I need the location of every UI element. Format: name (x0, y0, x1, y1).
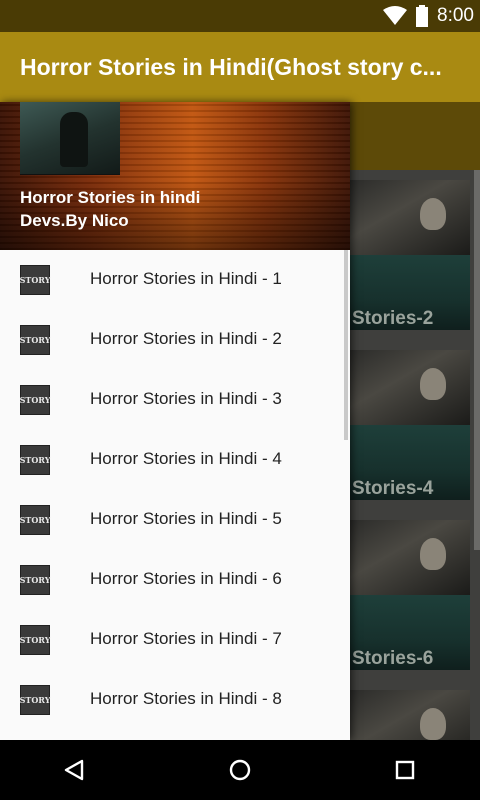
card-label: Stories-2 (352, 308, 434, 329)
back-button[interactable] (58, 754, 90, 786)
status-icons: 8:00 (383, 0, 474, 32)
story-grid: Stories-2 Stories-4 Stories-6 (350, 170, 480, 740)
recents-icon (395, 760, 415, 780)
story-icon-text: STORY (19, 335, 51, 345)
drawer-item-label: Horror Stories in Hindi - 7 (90, 629, 282, 648)
story-icon: STORY (20, 385, 50, 415)
card-image-top (350, 520, 470, 595)
card-label: Stories-6 (352, 648, 434, 669)
card-label: Stories-4 (352, 478, 434, 499)
drawer-item[interactable]: STORY Horror Stories in Hindi - 6 (0, 550, 350, 610)
drawer-scrollbar[interactable] (344, 250, 348, 440)
card-image-top (350, 180, 470, 255)
drawer-item[interactable]: STORY Horror Stories in Hindi - 4 (0, 430, 350, 490)
status-bar: 8:00 (0, 0, 480, 32)
navigation-drawer: Horror Stories in hindi Devs.By Nico STO… (0, 102, 350, 740)
story-card[interactable] (350, 690, 470, 740)
story-icon: STORY (20, 445, 50, 475)
drawer-item-label: Horror Stories in Hindi - 4 (90, 449, 282, 468)
content-scrollbar[interactable] (474, 170, 480, 550)
card-image-top (350, 690, 470, 740)
story-icon-text: STORY (19, 455, 51, 465)
drawer-item[interactable]: STORY Horror Stories in Hindi - 8 (0, 670, 350, 730)
drawer-item[interactable]: STORY Horror Stories in Hindi - 1 (0, 250, 350, 310)
drawer-header: Horror Stories in hindi Devs.By Nico (0, 102, 350, 250)
app-bar-dimmed (350, 102, 480, 170)
story-icon: STORY (20, 625, 50, 655)
story-icon-text: STORY (19, 275, 51, 285)
system-nav-bar (0, 740, 480, 800)
drawer-item[interactable]: STORY Horror Stories in Hindi - 5 (0, 490, 350, 550)
skull-image (420, 198, 446, 230)
story-icon: STORY (20, 325, 50, 355)
story-icon: STORY (20, 265, 50, 295)
card-image-top (350, 350, 470, 425)
story-icon: STORY (20, 505, 50, 535)
story-icon-text: STORY (19, 515, 51, 525)
app-title: Horror Stories in Hindi(Ghost story c... (20, 54, 442, 80)
drawer-item-label: Horror Stories in Hindi - 2 (90, 329, 282, 348)
drawer-item[interactable]: STORY Horror Stories in Hindi - 2 (0, 310, 350, 370)
story-icon: STORY (20, 565, 50, 595)
header-image (20, 102, 120, 175)
ghost-figure-image (60, 112, 88, 167)
drawer-item[interactable]: STORY Horror Stories in Hindi - 7 (0, 610, 350, 670)
drawer-item-label: Horror Stories in Hindi - 3 (90, 389, 282, 408)
home-icon (229, 759, 251, 781)
back-icon (64, 759, 84, 781)
recents-button[interactable] (389, 754, 421, 786)
app-bar: Horror Stories in Hindi(Ghost story c... (0, 32, 480, 102)
story-card[interactable]: Stories-2 (350, 180, 470, 330)
story-icon-text: STORY (19, 575, 51, 585)
story-icon-text: STORY (19, 635, 51, 645)
drawer-item-label: Horror Stories in Hindi - 1 (90, 269, 282, 288)
wifi-icon (383, 6, 408, 25)
status-time: 8:00 (437, 5, 474, 26)
drawer-list: STORY Horror Stories in Hindi - 1 STORY … (0, 250, 350, 730)
drawer-item-label: Horror Stories in Hindi - 6 (90, 569, 282, 588)
story-icon: STORY (20, 685, 50, 715)
story-card[interactable]: Stories-4 (350, 350, 470, 500)
drawer-header-name: Horror Stories in hindi (20, 188, 201, 207)
drawer-item-label: Horror Stories in Hindi - 5 (90, 509, 282, 528)
drawer-item-label: Horror Stories in Hindi - 8 (90, 689, 282, 708)
drawer-header-subtitle: Devs.By Nico (20, 211, 129, 230)
skull-image (420, 538, 446, 570)
skull-image (420, 708, 446, 740)
story-icon-text: STORY (19, 695, 51, 705)
story-card[interactable]: Stories-6 (350, 520, 470, 670)
drawer-item[interactable]: STORY Horror Stories in Hindi - 3 (0, 370, 350, 430)
skull-image (420, 368, 446, 400)
battery-icon (416, 5, 429, 27)
story-icon-text: STORY (19, 395, 51, 405)
home-button[interactable] (224, 754, 256, 786)
